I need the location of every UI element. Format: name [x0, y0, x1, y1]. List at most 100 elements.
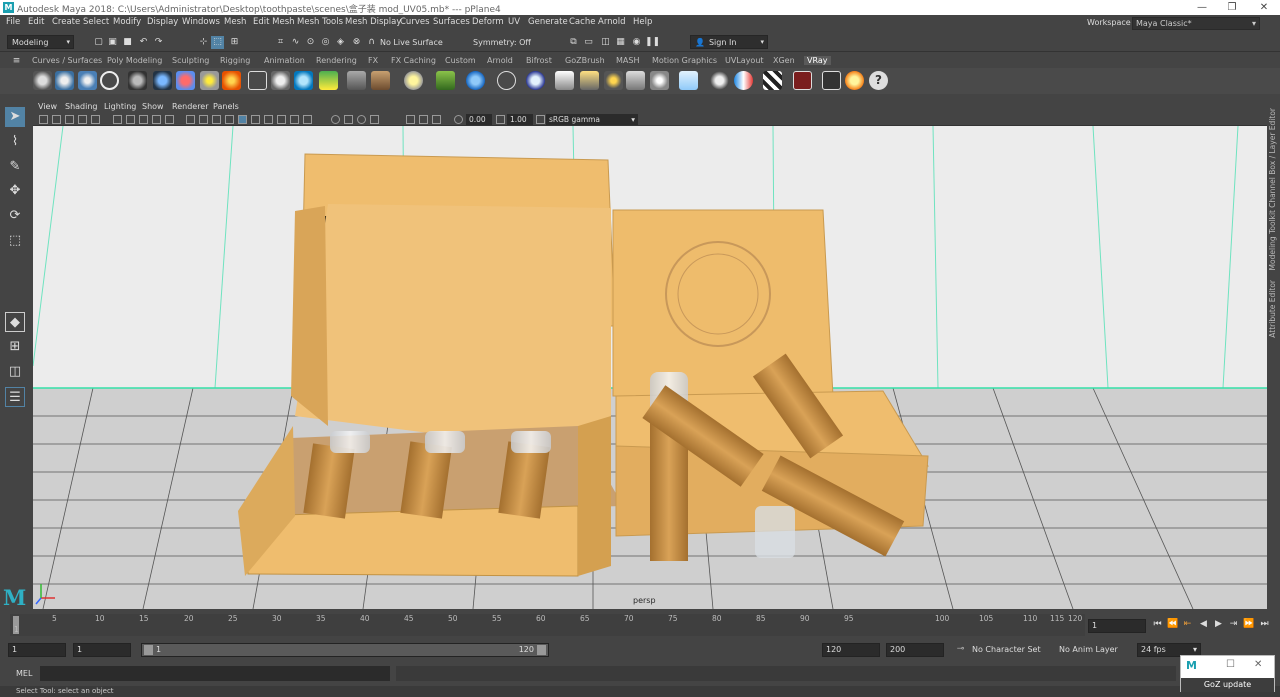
range-slider-start-handle[interactable]	[144, 645, 153, 655]
four-view-layout-icon[interactable]: ⊞	[5, 337, 25, 357]
gamma-field[interactable]: 1.00	[507, 114, 533, 125]
bookmarks-icon[interactable]	[52, 115, 61, 124]
shelf-tab-arnold[interactable]: Arnold	[487, 56, 513, 65]
symmetry-dropdown[interactable]: Symmetry: Off	[468, 35, 550, 49]
menu-curves[interactable]: Curves	[400, 17, 430, 27]
motion-blur-icon[interactable]	[277, 115, 286, 124]
range-slider-end-handle[interactable]	[537, 645, 546, 655]
xray-active-components-icon[interactable]	[370, 115, 379, 124]
shelf-tab-fx-caching[interactable]: FX Caching	[391, 56, 436, 65]
playback-end-field[interactable]: 120	[822, 643, 880, 657]
vray-sun-icon[interactable]	[650, 71, 669, 90]
menu-file[interactable]: File	[6, 17, 20, 27]
vray-fire-icon[interactable]	[222, 71, 241, 90]
goz-close-button[interactable]: ✕	[1254, 659, 1262, 670]
close-button[interactable]: ✕	[1250, 0, 1278, 15]
snap-to-grid-icon[interactable]: ⌗	[274, 36, 287, 49]
range-slider[interactable]: 1 120	[141, 643, 549, 657]
goz-popup[interactable]: M ☐ ✕ GoZ update	[1180, 655, 1275, 692]
menu-windows[interactable]: Windows	[182, 17, 220, 27]
go-to-end-icon[interactable]: ⏭	[1259, 617, 1270, 631]
backface-culling-icon[interactable]	[406, 115, 415, 124]
render-settings-icon[interactable]: ◉	[630, 36, 643, 49]
menu-select[interactable]: Select	[83, 17, 109, 27]
vray-particle-icon[interactable]	[466, 71, 485, 90]
shelf-tab-gozbrush[interactable]: GoZBrush	[565, 56, 605, 65]
panel-menu-shading[interactable]: Shading	[65, 102, 98, 111]
vray-multi-material-icon[interactable]	[176, 71, 195, 90]
shelf-tab-animation[interactable]: Animation	[264, 56, 305, 65]
anti-aliasing-icon[interactable]	[290, 115, 299, 124]
exposure-field[interactable]: 0.00	[466, 114, 492, 125]
side-tab-channel-box[interactable]: Channel Box / Layer Editor	[1268, 108, 1277, 208]
vray-sss-icon[interactable]	[734, 71, 753, 90]
select-tool-icon[interactable]: ➤	[5, 107, 25, 127]
construction-history-icon[interactable]: ⧉	[567, 36, 580, 49]
vray-fur-icon[interactable]	[371, 71, 390, 90]
vray-vfb-icon[interactable]	[793, 71, 812, 90]
shelf-tab-poly-modeling[interactable]: Poly Modeling	[107, 56, 162, 65]
goz-update-button[interactable]: GoZ update	[1181, 678, 1274, 692]
time-ruler[interactable]: 1 5 10 15 20 25 30 35 40 45 50 55 60 65 …	[10, 614, 1085, 636]
shelf-tab-xgen[interactable]: XGen	[773, 56, 795, 65]
current-frame-field[interactable]: 1	[1088, 619, 1146, 633]
shelf-tab-sculpting[interactable]: Sculpting	[172, 56, 209, 65]
character-set-dropdown[interactable]: No Character Set	[968, 643, 1046, 657]
shelf-tab-vray[interactable]: VRay	[804, 56, 831, 65]
open-scene-icon[interactable]: ▣	[106, 36, 119, 49]
restore-button[interactable]: ❐	[1218, 0, 1246, 15]
vray-mesh-light-icon[interactable]	[710, 71, 729, 90]
shelf-tab-curves-surfaces[interactable]: Curves / Surfaces	[32, 56, 102, 65]
hardware-fog-icon[interactable]	[432, 115, 441, 124]
undo-icon[interactable]: ↶	[137, 36, 150, 49]
field-chart-icon[interactable]	[165, 115, 174, 124]
view-transform-dropdown[interactable]: sRGB gamma ▾	[546, 114, 638, 125]
ipr-render-icon[interactable]: ▦	[614, 36, 627, 49]
new-scene-icon[interactable]: ▢	[92, 36, 105, 49]
two-view-layout-icon[interactable]: ◫	[5, 362, 25, 382]
vray-frame-buffer-icon[interactable]	[100, 71, 119, 90]
perspective-viewport[interactable]: persp	[33, 126, 1267, 609]
panel-menu-view[interactable]: View	[38, 102, 57, 111]
single-perspective-layout-icon[interactable]: ◆	[5, 312, 25, 332]
outliner-layout-icon[interactable]: ☰	[5, 387, 25, 407]
vray-sphere-light-icon[interactable]	[526, 71, 545, 90]
sign-in-button[interactable]: 👤 Sign In ▾	[690, 35, 768, 49]
end-time-field[interactable]: 200	[886, 643, 944, 657]
vray-render-icon[interactable]	[55, 71, 74, 90]
image-plane-icon[interactable]	[65, 115, 74, 124]
vray-proxy-icon[interactable]	[248, 71, 267, 90]
side-tab-modeling-toolkit[interactable]: Modeling Toolkit	[1268, 210, 1277, 270]
redo-icon[interactable]: ↷	[152, 36, 165, 49]
workspace-dropdown[interactable]: Maya Classic* ▾	[1132, 17, 1260, 30]
wireframe-icon[interactable]	[186, 115, 195, 124]
scale-tool-icon[interactable]: ⬚	[5, 231, 25, 251]
vray-clipper-icon[interactable]	[497, 71, 516, 90]
snap-to-curve-icon[interactable]: ∿	[289, 36, 302, 49]
make-live-icon[interactable]: ⊗	[350, 36, 363, 49]
exposure-icon[interactable]	[454, 115, 463, 124]
menu-mesh-display[interactable]: Mesh Display	[345, 17, 401, 27]
camera-attributes-icon[interactable]	[39, 115, 48, 124]
side-tab-attribute-editor[interactable]: Attribute Editor	[1268, 280, 1277, 338]
shelf-tab-custom[interactable]: Custom	[445, 56, 476, 65]
panel-menu-renderer[interactable]: Renderer	[172, 102, 209, 111]
start-time-field[interactable]: 1	[8, 643, 66, 657]
vray-grass-icon[interactable]	[436, 71, 455, 90]
snap-to-point-icon[interactable]: ⊙	[304, 36, 317, 49]
panel-menu-panels[interactable]: Panels	[213, 102, 239, 111]
wireframe-on-shaded-icon[interactable]	[212, 115, 221, 124]
vray-checker-icon[interactable]	[763, 71, 782, 90]
menu-surfaces[interactable]: Surfaces	[433, 17, 470, 27]
vray-dome-light-icon[interactable]	[404, 71, 423, 90]
goz-maximize-button[interactable]: ☐	[1226, 659, 1235, 670]
pause-icon[interactable]: ❚❚	[645, 36, 660, 49]
vray-light-lister-icon[interactable]	[845, 71, 864, 90]
shelf-tab-rendering[interactable]: Rendering	[316, 56, 357, 65]
panel-menu-show[interactable]: Show	[142, 102, 164, 111]
snap-to-surface-icon[interactable]: ◈	[334, 36, 347, 49]
menu-edit[interactable]: Edit	[28, 17, 44, 27]
step-back-frame-icon[interactable]: ⏪	[1167, 617, 1178, 631]
shelf-tab-rigging[interactable]: Rigging	[220, 56, 250, 65]
shadows-icon[interactable]	[251, 115, 260, 124]
